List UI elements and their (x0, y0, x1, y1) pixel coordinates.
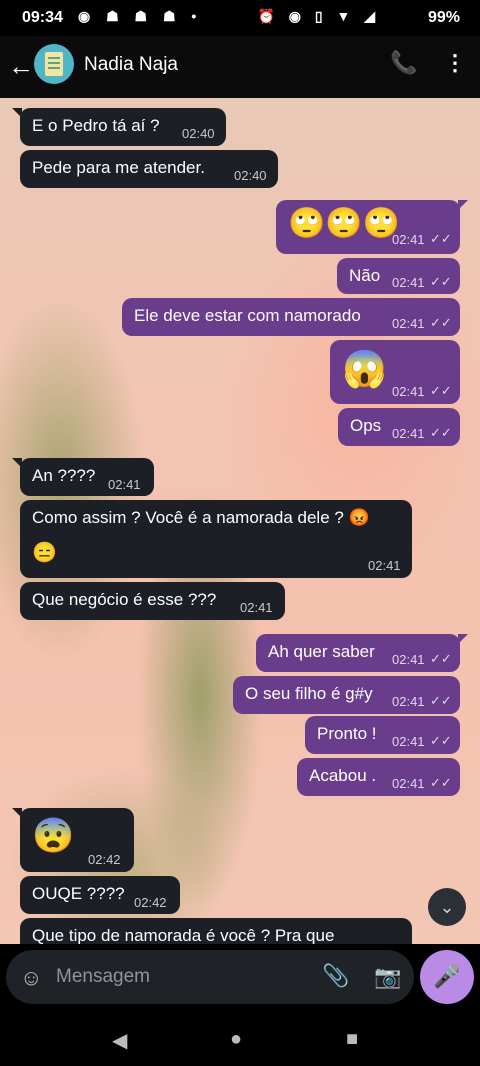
camera-icon[interactable]: 📷 (374, 964, 401, 990)
chat-header: ← Nadia Naja 📞 ⋮ (0, 36, 480, 98)
message-bubble-outgoing[interactable]: Ah quer saber 02:41 ✓✓ (256, 634, 460, 672)
message-text: Que tipo de namorada é você ? Pra que (32, 926, 335, 944)
message-text: 🙄🙄🙄 (288, 207, 401, 240)
message-text: Ah quer saber (268, 642, 375, 661)
message-time: 02:41 (392, 384, 425, 399)
nav-back-icon[interactable]: ◀ (112, 1028, 127, 1053)
notification-icons: ◉ ☗ ☗ ☗ • (78, 8, 203, 24)
mic-icon[interactable]: 🎤 (420, 950, 474, 1004)
contact-avatar[interactable] (34, 44, 74, 84)
message-text: O seu filho é g#y (245, 684, 373, 703)
message-time: 02:40 (234, 168, 267, 183)
message-bubble-incoming[interactable]: 😨 02:42 (20, 808, 134, 872)
sticker-icon[interactable]: ☺ (20, 965, 42, 991)
message-time: 02:40 (182, 126, 215, 141)
read-receipt-icon: ✓✓ (430, 231, 452, 246)
overflow-menu-icon[interactable]: ⋮ (444, 50, 466, 76)
scroll-down-icon[interactable]: ⌄ (428, 888, 466, 926)
message-list[interactable]: E o Pedro tá aí ? 02:40 Pede para me ate… (0, 98, 480, 944)
message-input[interactable]: Mensagem (56, 966, 150, 988)
read-receipt-icon: ✓✓ (430, 651, 452, 666)
message-bubble-outgoing[interactable]: Não 02:41 ✓✓ (337, 258, 460, 294)
message-bubble-incoming[interactable]: An ???? 02:41 (20, 458, 154, 496)
read-receipt-icon: ✓✓ (430, 425, 452, 440)
bubble-tail (12, 808, 22, 818)
message-bubble-incoming[interactable]: E o Pedro tá aí ? 02:40 (20, 108, 226, 146)
read-receipt-icon: ✓✓ (430, 274, 452, 289)
read-receipt-icon: ✓✓ (430, 693, 452, 708)
read-receipt-icon: ✓✓ (430, 315, 452, 330)
nav-home-icon[interactable]: ● (230, 1028, 242, 1051)
message-bubble-incoming[interactable]: OUQE ???? 02:42 (20, 876, 180, 914)
message-bubble-incoming[interactable]: Como assim ? Você é a namorada dele ? 😡 … (20, 500, 412, 578)
message-text: 😨 (32, 817, 75, 855)
message-time: 02:41 (368, 558, 401, 573)
back-arrow-icon[interactable]: ← (8, 52, 34, 80)
message-text: Ops (350, 416, 382, 435)
read-receipt-icon: ✓✓ (430, 775, 452, 790)
message-text: 😱 (342, 348, 387, 389)
message-time: 02:42 (134, 895, 167, 910)
message-text: E o Pedro tá aí ? (32, 116, 160, 135)
message-time: 02:41 (392, 652, 425, 667)
message-time: 02:41 (392, 734, 425, 749)
message-time: 02:41 (392, 232, 425, 247)
message-text: Não (349, 266, 381, 285)
message-text: An ???? (32, 466, 96, 485)
message-text: Pronto ! (317, 724, 377, 743)
message-bubble-outgoing[interactable]: Ele deve estar com namorado 02:41 ✓✓ (122, 298, 460, 336)
read-receipt-icon: ✓✓ (430, 733, 452, 748)
message-bubble-incoming[interactable]: Que tipo de namorada é você ? Pra que (20, 918, 412, 944)
message-bubble-outgoing[interactable]: Ops 02:41 ✓✓ (338, 408, 460, 446)
message-composer[interactable]: ☺ Mensagem 📎 📷 (6, 950, 414, 1004)
message-text: Como assim ? Você é a namorada dele ? 😡 (32, 508, 370, 527)
message-text-emoji: 😑 (32, 542, 57, 564)
battery-level: 99% (427, 9, 460, 26)
message-time: 02:41 (108, 477, 141, 492)
nav-recent-icon[interactable]: ■ (346, 1028, 358, 1051)
message-time: 02:41 (392, 275, 425, 290)
message-time: 02:42 (88, 852, 121, 867)
bubble-tail (12, 458, 22, 468)
bubble-tail (458, 200, 468, 210)
read-receipt-icon: ✓✓ (430, 383, 452, 398)
message-bubble-incoming[interactable]: Que negócio é esse ??? 02:41 (20, 582, 285, 620)
attach-icon[interactable]: 📎 (322, 963, 349, 989)
message-bubble-outgoing[interactable]: Acabou . 02:41 ✓✓ (297, 758, 460, 796)
message-text: Acabou . (309, 766, 377, 785)
message-time: 02:41 (392, 426, 425, 441)
message-time: 02:41 (240, 600, 273, 615)
status-bar: 09:34 ◉ ☗ ☗ ☗ • ⏰ ◉ ▯ ▼ ◢ 99% (0, 0, 480, 36)
bubble-tail (12, 108, 22, 118)
message-text: OUQE ???? (32, 884, 125, 903)
contact-name[interactable]: Nadia Naja (84, 54, 178, 76)
add-call-icon[interactable]: 📞 (390, 50, 417, 76)
message-time: 02:41 (392, 776, 425, 791)
message-bubble-outgoing[interactable]: O seu filho é g#y 02:41 ✓✓ (233, 676, 460, 714)
message-bubble-outgoing[interactable]: Pronto ! 02:41 ✓✓ (305, 716, 460, 754)
message-bubble-incoming[interactable]: Pede para me atender. 02:40 (20, 150, 278, 188)
status-time: 09:34 (22, 9, 63, 26)
message-time: 02:41 (392, 316, 425, 331)
message-time: 02:41 (392, 694, 425, 709)
bubble-tail (458, 634, 468, 644)
message-text: Que negócio é esse ??? (32, 590, 217, 609)
message-bubble-outgoing[interactable]: 😱 02:41 ✓✓ (330, 340, 460, 404)
message-bubble-outgoing[interactable]: 🙄🙄🙄 02:41 ✓✓ (276, 200, 460, 254)
system-nav-bar: ◀ ● ■ (0, 1010, 480, 1066)
system-icons: ⏰ ◉ ▯ ▼ ◢ (257, 8, 380, 24)
message-text: Ele deve estar com namorado (134, 306, 361, 325)
message-text: Pede para me atender. (32, 158, 205, 177)
